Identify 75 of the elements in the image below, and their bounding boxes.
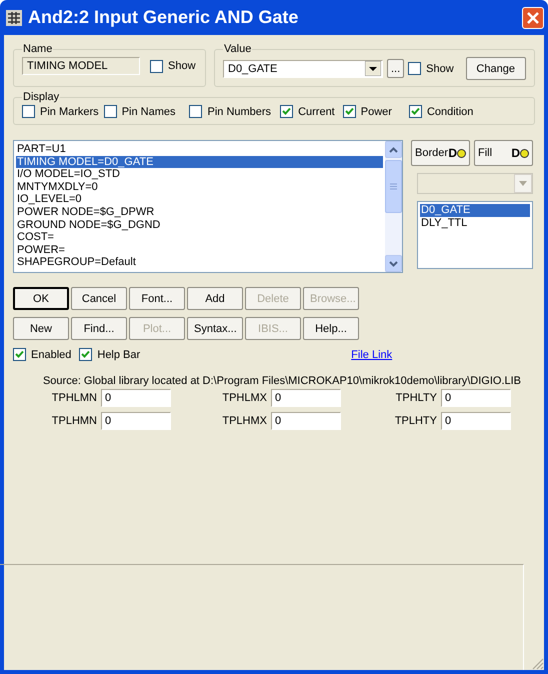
attribute-item[interactable]: IO_LEVEL=0: [16, 193, 383, 206]
file-link[interactable]: File Link: [351, 348, 392, 360]
display-checkbox[interactable]: [22, 105, 35, 118]
chevron-down-icon: [389, 260, 398, 266]
checkbox-label: Power: [360, 106, 392, 118]
model-item[interactable]: DLY_TTL: [420, 216, 530, 230]
param-field[interactable]: 0: [441, 389, 511, 407]
dropdown-arrow-icon: [365, 61, 381, 76]
attribute-item[interactable]: I/O MODEL=IO_STD: [16, 168, 383, 181]
param-label: TPHLTY: [396, 392, 437, 404]
attribute-item[interactable]: MNTYMXDLY=0: [16, 180, 383, 194]
chevron-up-icon: [389, 146, 398, 152]
dialog-button[interactable]: Add: [187, 287, 243, 310]
attribute-item[interactable]: GROUND NODE=$G_DGND: [16, 218, 383, 232]
checkbox-label: Current: [298, 106, 335, 118]
show-checkbox[interactable]: [150, 60, 163, 72]
display-checkbox[interactable]: [104, 105, 117, 118]
checkbox-label: Show: [168, 60, 196, 72]
fill-button[interactable]: Fill D: [474, 140, 533, 166]
display-checkbox[interactable]: [189, 105, 202, 118]
group-label: Display: [22, 91, 60, 103]
group-label: Value: [223, 43, 252, 55]
checkbox-label: Help Bar: [97, 348, 140, 360]
dialog-button[interactable]: Syntax...: [187, 317, 243, 340]
border-button[interactable]: BorderD: [411, 140, 470, 166]
param-field[interactable]: 0: [271, 389, 341, 407]
param-label: TPLHTY: [394, 415, 437, 427]
checkbox-label: Show: [426, 62, 454, 74]
browse-button[interactable]: ...: [387, 59, 404, 78]
dialog-button[interactable]: Help...: [303, 317, 359, 340]
window-title: And2:2 Input Generic AND Gate: [28, 7, 300, 28]
param-field[interactable]: 0: [101, 389, 171, 407]
scrollbar-thumb[interactable]: [385, 160, 402, 213]
dialog-button[interactable]: OK: [13, 287, 69, 310]
attribute-item[interactable]: POWER=: [16, 244, 383, 256]
attribute-item[interactable]: COST=: [16, 231, 383, 244]
checkbox-label: Pin Markers: [40, 106, 99, 118]
display-checkbox[interactable]: [280, 105, 294, 118]
dialog-button[interactable]: New: [13, 317, 69, 340]
app-icon: [6, 10, 22, 26]
source-path: Source: Global library located at D:\Program Files\MICROKAP10\mikrok10demo\library\DIGIO.LIB: [42, 375, 522, 387]
model-item[interactable]: D0_GATE: [420, 204, 530, 217]
scroll-down-button[interactable]: [385, 255, 402, 272]
value-dropdown[interactable]: D0_GATE: [223, 60, 383, 78]
scroll-up-button[interactable]: [385, 141, 402, 158]
checkbox-label: Condition: [426, 106, 474, 118]
close-button[interactable]: [522, 6, 544, 28]
name-field: TIMING MODEL: [22, 57, 140, 75]
change-button[interactable]: Change: [466, 57, 526, 80]
param-label: TPLHMX: [222, 415, 267, 427]
dialog-button[interactable]: Font...: [129, 287, 185, 310]
param-field[interactable]: 0: [441, 412, 511, 430]
dropdown-arrow-icon: [519, 181, 527, 186]
option-checkbox[interactable]: [13, 348, 26, 361]
group-label: Name: [22, 43, 54, 55]
param-label: TPLHMN: [52, 415, 97, 427]
dialog-button[interactable]: Cancel: [71, 287, 127, 310]
close-icon: [527, 12, 539, 24]
attribute-item[interactable]: PART=U1: [16, 143, 383, 156]
checkbox-label: Pin Names: [122, 106, 176, 118]
show-checkbox[interactable]: [408, 62, 422, 75]
checkbox-label: Pin Numbers: [207, 106, 272, 118]
option-checkbox[interactable]: [79, 348, 92, 361]
attribute-item[interactable]: TIMING MODEL=D0_GATE: [16, 156, 383, 168]
display-checkbox[interactable]: [408, 105, 422, 118]
dialog-button[interactable]: Find...: [71, 317, 127, 340]
resize-grip-icon[interactable]: [532, 658, 544, 670]
param-field[interactable]: 0: [271, 412, 341, 430]
checkbox-label: Enabled: [31, 348, 72, 360]
param-label: TPHLMX: [222, 392, 267, 404]
param-field[interactable]: 0: [101, 412, 171, 430]
attribute-item[interactable]: SHAPEGROUP=Default: [16, 256, 383, 269]
param-label: TPHLMN: [52, 392, 97, 404]
attribute-item[interactable]: POWER NODE=$G_DPWR: [16, 206, 383, 219]
display-checkbox[interactable]: [342, 105, 356, 118]
